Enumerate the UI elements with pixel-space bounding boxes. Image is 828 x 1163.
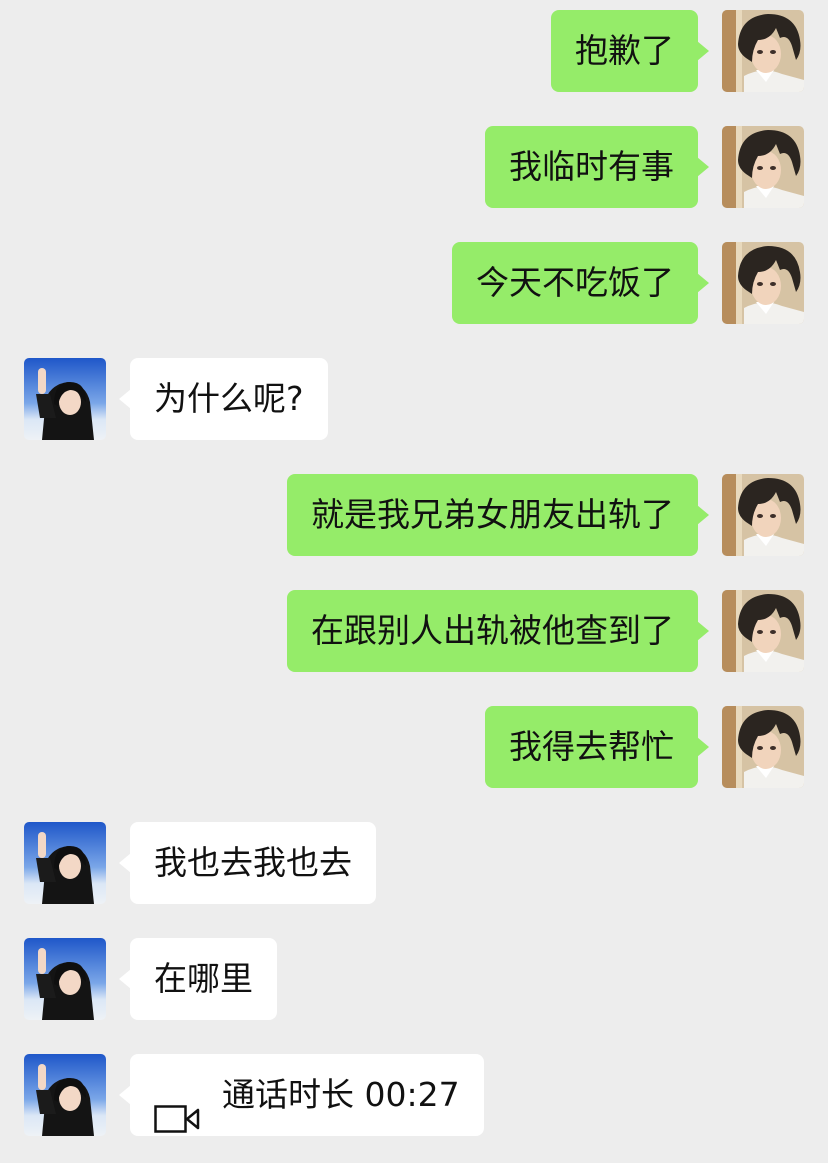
sender-avatar[interactable] — [722, 10, 804, 92]
message-bubble-outgoing[interactable]: 今天不吃饭了 — [452, 242, 709, 324]
contact-avatar[interactable] — [24, 1054, 106, 1136]
contact-avatar[interactable] — [24, 822, 106, 904]
message-row-outgoing: 抱歉了 — [0, 10, 828, 92]
video-camera-icon — [154, 1081, 200, 1133]
message-bubble-incoming[interactable]: 为什么呢? — [119, 358, 328, 440]
message-row-outgoing: 就是我兄弟女朋友出轨了 — [0, 474, 828, 556]
message-row-outgoing: 在跟别人出轨被他查到了 — [0, 590, 828, 672]
message-bubble-outgoing[interactable]: 就是我兄弟女朋友出轨了 — [287, 474, 709, 556]
sender-avatar[interactable] — [722, 706, 804, 788]
message-row-incoming: 我也去我也去 — [0, 822, 828, 904]
sender-avatar[interactable] — [722, 126, 804, 208]
message-bubble-outgoing[interactable]: 我得去帮忙 — [485, 706, 709, 788]
message-bubble-outgoing[interactable]: 我临时有事 — [485, 126, 709, 208]
message-bubble-outgoing[interactable]: 在跟别人出轨被他查到了 — [287, 590, 709, 672]
message-row-outgoing: 我得去帮忙 — [0, 706, 828, 788]
sender-avatar[interactable] — [722, 242, 804, 324]
message-row-incoming: 在哪里 — [0, 938, 828, 1020]
message-bubble-outgoing[interactable]: 抱歉了 — [551, 10, 709, 92]
message-row-incoming: 通话时长 00:27 — [0, 1054, 828, 1136]
sender-avatar[interactable] — [722, 590, 804, 672]
chat-message-list[interactable]: 抱歉了 我临时有事 今天不吃饭了 为什么呢? 就是我兄弟女朋友出轨了 在跟别人出… — [0, 0, 828, 1148]
sender-avatar[interactable] — [722, 474, 804, 556]
contact-avatar[interactable] — [24, 358, 106, 440]
message-row-outgoing: 我临时有事 — [0, 126, 828, 208]
message-row-outgoing: 今天不吃饭了 — [0, 242, 828, 324]
message-row-incoming: 为什么呢? — [0, 358, 828, 440]
message-bubble-incoming[interactable]: 我也去我也去 — [119, 822, 376, 904]
message-bubble-incoming[interactable]: 在哪里 — [119, 938, 277, 1020]
video-call-record-bubble[interactable]: 通话时长 00:27 — [119, 1054, 484, 1136]
contact-avatar[interactable] — [24, 938, 106, 1020]
call-duration-text: 通话时长 00:27 — [222, 1075, 460, 1114]
